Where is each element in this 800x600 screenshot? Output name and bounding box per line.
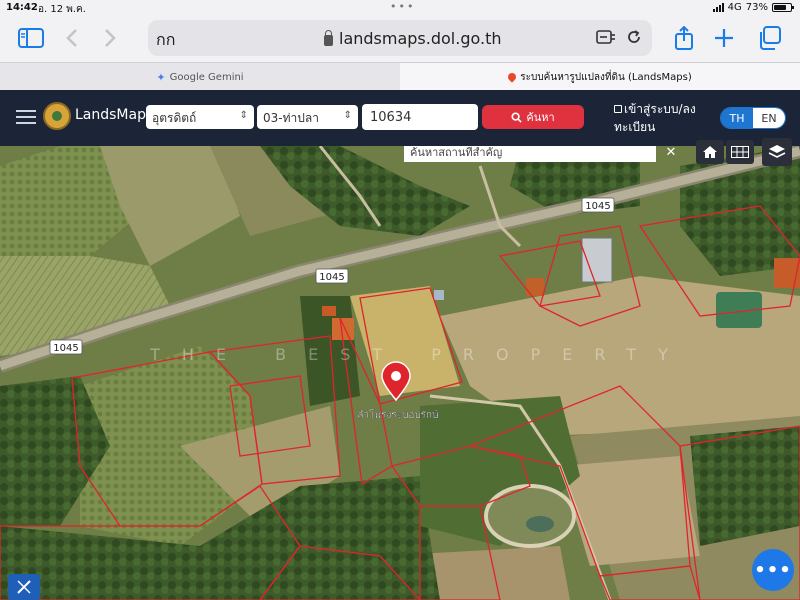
tree-area <box>690 426 800 546</box>
map-canvas: 1045 1045 1045 THE BEST PROPERTY ลำโพรงร… <box>0 146 800 600</box>
district-value: 03-ท่าปลา <box>263 111 319 125</box>
browser-tab-bar: ✦ Google Gemini ✕ ระบบค้นหารูปแปลงที่ดิน… <box>0 62 800 91</box>
tab-label: Google Gemini <box>169 71 244 83</box>
province-select[interactable]: อุตรดิตถ์ ⇕ <box>146 105 254 129</box>
language-toggle[interactable]: TH EN <box>720 107 786 129</box>
building-roof <box>322 306 336 316</box>
battery-percent: 73% <box>745 2 768 13</box>
url-display[interactable]: landsmaps.dol.go.th <box>324 29 502 48</box>
road-label: 1045 <box>315 268 349 284</box>
brand-name: LandsMaps <box>75 107 154 123</box>
search-label: ค้นหา <box>526 111 555 124</box>
tab-google-gemini[interactable]: ✦ Google Gemini <box>0 63 400 91</box>
parcel-label: ลำโพรงระบอบรักษ์ <box>357 408 439 421</box>
building-roof <box>434 290 444 300</box>
district-select[interactable]: 03-ท่าปลา ⇕ <box>257 105 358 129</box>
status-time: 14:42 <box>6 2 38 13</box>
lock-icon <box>324 29 333 46</box>
layers-icon[interactable] <box>762 138 792 166</box>
reader-text-size-button[interactable]: กก <box>156 28 175 53</box>
map-pin-icon <box>506 71 518 83</box>
parcel-number-input[interactable] <box>362 104 478 130</box>
tab-landsmaps[interactable]: ระบบค้นหารูปแปลงที่ดิน (LandsMaps) <box>400 63 800 91</box>
multitask-dots-icon[interactable]: ••• <box>390 0 415 13</box>
login-link[interactable]: เข้าสู่ระบบ/ลงทะเบียน <box>614 100 704 136</box>
address-bar[interactable]: กก landsmaps.dol.go.th <box>148 20 652 56</box>
status-bar: 14:42 อ. 12 พ.ค. ••• 4G 73% <box>0 0 800 16</box>
satellite-map[interactable]: 1045 1045 1045 THE BEST PROPERTY ลำโพรงร… <box>0 146 800 600</box>
tabs-icon[interactable] <box>756 24 782 52</box>
province-value: อุตรดิตถ์ <box>152 111 197 125</box>
department-seal-logo <box>43 102 71 130</box>
login-label: เข้าสู่ระบบ/ลงทะเบียน <box>614 102 696 134</box>
lang-en-button[interactable]: EN <box>753 108 785 128</box>
chevron-right-icon <box>105 29 116 47</box>
gemini-sparkle-icon: ✦ <box>156 70 166 84</box>
more-options-button[interactable]: ••• <box>752 549 794 591</box>
status-right: 4G 73% <box>712 2 794 13</box>
grid-icon[interactable] <box>726 140 754 164</box>
watermark-text: THE BEST PROPERTY <box>149 345 690 364</box>
resort-loop <box>484 484 576 548</box>
forward-button[interactable] <box>100 24 120 52</box>
back-button[interactable] <box>62 24 82 52</box>
browser-toolbar: กก landsmaps.dol.go.th <box>0 16 800 62</box>
close-icon[interactable]: ✕ <box>660 146 682 162</box>
share-icon[interactable] <box>672 24 696 52</box>
extension-icon[interactable] <box>596 29 616 49</box>
network-type: 4G <box>727 2 742 13</box>
chevron-left-icon <box>66 29 77 47</box>
place-search-placeholder: ค้นหาสถานที่สำคัญ <box>410 146 503 159</box>
url-text: landsmaps.dol.go.th <box>339 29 502 48</box>
sidebar-icon[interactable] <box>16 24 46 52</box>
tab-label: ระบบค้นหารูปแปลงที่ดิน (LandsMaps) <box>520 71 692 83</box>
road-label: 1045 <box>49 339 83 355</box>
signal-icon <box>712 3 724 12</box>
road-label: 1045 <box>581 197 615 213</box>
lock-icon <box>614 105 622 113</box>
battery-icon <box>772 3 794 12</box>
building-roof <box>526 278 544 296</box>
chevron-updown-icon: ⇕ <box>343 110 352 121</box>
svg-text:1045: 1045 <box>53 343 78 354</box>
reload-icon[interactable] <box>626 29 642 49</box>
more-icon: ••• <box>754 559 792 581</box>
status-date: อ. 12 พ.ค. <box>38 4 86 15</box>
lang-th-button[interactable]: TH <box>721 108 753 128</box>
measure-tool-icon[interactable] <box>8 574 40 600</box>
search-icon <box>511 111 523 123</box>
svg-text:1045: 1045 <box>319 272 344 283</box>
small-pond <box>526 516 554 532</box>
menu-icon[interactable] <box>16 110 36 124</box>
svg-text:1045: 1045 <box>585 201 610 212</box>
plus-icon[interactable] <box>712 24 736 52</box>
search-button[interactable]: ค้นหา <box>482 105 584 129</box>
chevron-updown-icon: ⇕ <box>239 110 248 121</box>
home-icon[interactable] <box>696 140 724 164</box>
place-search-input[interactable]: ค้นหาสถานที่สำคัญ <box>404 146 656 162</box>
